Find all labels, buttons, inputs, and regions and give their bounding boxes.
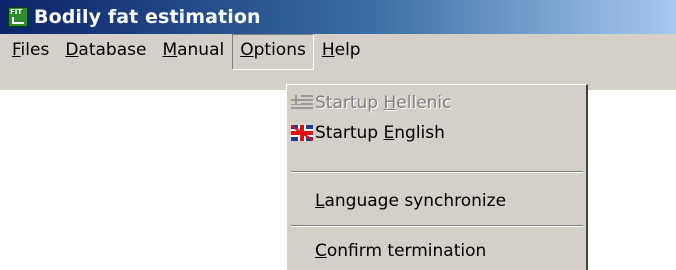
app-icon: FIT xyxy=(8,7,28,27)
menu-separator xyxy=(291,225,583,227)
menu-manual[interactable]: Manual xyxy=(154,34,232,70)
menu-option-language-synchronize[interactable]: Language synchronize xyxy=(287,187,585,215)
menu-database[interactable]: Database xyxy=(57,34,154,70)
app-icon-label: FIT xyxy=(10,8,23,16)
menu-files[interactable]: Files xyxy=(4,34,57,70)
app-icon-figure xyxy=(12,17,24,24)
menu-help[interactable]: Help xyxy=(314,34,369,70)
greek-flag-icon xyxy=(291,95,313,111)
window-title: Bodily fat estimation xyxy=(34,6,261,28)
title-bar[interactable]: FIT Bodily fat estimation xyxy=(0,0,676,34)
options-dropdown-menu: Startup Hellenic Startup English Languag… xyxy=(286,84,588,270)
menu-option-startup-hellenic[interactable]: Startup Hellenic xyxy=(287,89,585,117)
menu-separator xyxy=(291,171,583,173)
menu-option-confirm-termination[interactable]: Confirm termination xyxy=(287,237,585,265)
menu-options[interactable]: Options xyxy=(232,34,314,70)
menu-option-startup-english[interactable]: Startup English xyxy=(287,119,585,147)
menu-bar: Files Database Manual Options Help xyxy=(0,34,676,90)
uk-flag-icon xyxy=(291,125,313,141)
